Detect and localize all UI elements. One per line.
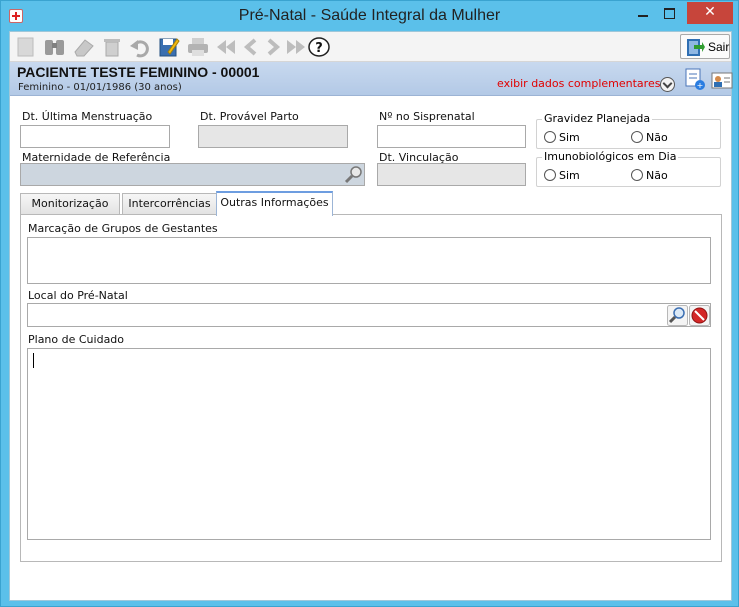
eraser-button[interactable] — [72, 36, 94, 58]
next-record-button[interactable] — [262, 36, 284, 58]
patient-info: Feminino - 01/01/1986 (30 anos) — [18, 82, 182, 93]
title-bar: Pré-Natal - Saúde Integral da Mulher ✕ — [1, 1, 738, 31]
maternity-input[interactable] — [20, 163, 365, 186]
local-label: Local do Pré-Natal — [28, 289, 128, 302]
tab-monitorizacao[interactable]: Monitorização — [20, 193, 120, 215]
patient-record-button[interactable]: + — [684, 68, 706, 95]
text-caret — [33, 353, 34, 368]
radio-circle-icon — [544, 169, 556, 181]
next-record-icon — [267, 38, 281, 56]
patient-record-icon: + — [685, 68, 705, 90]
immunobiologics-yes-label: Sim — [559, 169, 580, 182]
sisprenatal-input[interactable] — [377, 125, 526, 148]
local-clear-button[interactable] — [689, 305, 710, 326]
planned-pregnancy-title: Gravidez Planejada — [542, 112, 653, 125]
trash-icon — [104, 39, 120, 57]
save-edit-icon — [159, 38, 180, 57]
radio-circle-icon — [631, 169, 643, 181]
save-button[interactable] — [158, 36, 180, 58]
probable-birth-label: Dt. Provável Parto — [200, 110, 299, 123]
radio-circle-icon — [544, 131, 556, 143]
planned-pregnancy-group: Gravidez Planejada Sim Não — [536, 112, 721, 149]
undo-button[interactable] — [128, 36, 150, 58]
minimize-button[interactable] — [630, 2, 656, 24]
undo-icon — [130, 40, 149, 58]
new-icon — [17, 37, 34, 57]
eraser-icon — [74, 39, 94, 57]
patient-card-icon — [711, 72, 733, 89]
delete-button[interactable] — [101, 36, 123, 58]
exit-label: Sair — [708, 40, 730, 54]
last-menstruation-input[interactable] — [20, 125, 170, 148]
app-window: Pré-Natal - Saúde Integral da Mulher ✕ ?… — [0, 0, 739, 607]
patient-name: PACIENTE TESTE FEMININO - 00001 — [17, 64, 260, 80]
tab-panel-outras-informacoes: Marcação de Grupos de Gestantes Local do… — [20, 214, 722, 562]
exit-door-icon — [687, 39, 705, 56]
search-binoculars-icon — [45, 40, 64, 55]
svg-text:+: + — [697, 81, 704, 90]
help-button[interactable]: ? — [307, 36, 330, 58]
groups-label: Marcação de Grupos de Gestantes — [28, 222, 218, 235]
immunobiologics-no[interactable]: Não — [631, 169, 668, 182]
planned-pregnancy-yes[interactable]: Sim — [544, 131, 580, 144]
local-lookup-button[interactable] — [667, 305, 688, 326]
window-title: Pré-Natal - Saúde Integral da Mulher — [238, 7, 501, 24]
new-button[interactable] — [15, 36, 37, 58]
immunobiologics-yes[interactable]: Sim — [544, 169, 580, 182]
patient-card-button[interactable] — [711, 70, 733, 93]
care-plan-label: Plano de Cuidado — [28, 333, 125, 346]
tab-outras-informacoes[interactable]: Outras Informações — [216, 191, 333, 216]
clear-icon — [689, 305, 710, 326]
patient-header: PACIENTE TESTE FEMININO - 00001 Feminino… — [10, 62, 733, 96]
help-icon: ? — [308, 37, 330, 57]
maximize-button[interactable] — [656, 2, 682, 24]
maternity-lookup-button[interactable] — [343, 164, 364, 185]
probable-birth-input — [198, 125, 348, 148]
immunobiologics-title: Imunobiológicos em Dia — [542, 150, 679, 163]
print-button[interactable] — [186, 36, 208, 58]
first-record-button[interactable] — [214, 36, 236, 58]
exit-button[interactable]: Sair — [680, 34, 730, 59]
sisprenatal-label: Nº no Sisprenatal — [379, 110, 475, 123]
search-button[interactable] — [43, 36, 65, 58]
close-button[interactable]: ✕ — [687, 2, 733, 24]
extra-data-link[interactable]: exibir dados complementares... — [497, 77, 671, 90]
planned-pregnancy-no[interactable]: Não — [631, 131, 668, 144]
immunobiologics-group: Imunobiológicos em Dia Sim Não — [536, 150, 721, 187]
tab-intercorrencias[interactable]: Intercorrências — [122, 193, 217, 215]
binding-date-input — [377, 163, 526, 186]
planned-pregnancy-no-label: Não — [646, 131, 668, 144]
planned-pregnancy-yes-label: Sim — [559, 131, 580, 144]
groups-input[interactable] — [27, 237, 711, 284]
svg-text:?: ? — [315, 41, 323, 56]
local-input[interactable] — [27, 303, 711, 327]
first-record-icon — [217, 40, 235, 54]
care-plan-input[interactable] — [27, 348, 711, 540]
radio-circle-icon — [631, 131, 643, 143]
last-record-icon — [287, 40, 305, 54]
magnifier-icon — [344, 166, 362, 184]
chevron-down-icon[interactable] — [660, 77, 675, 92]
last-menstruation-label: Dt. Última Menstruação — [22, 110, 153, 123]
previous-record-icon — [243, 38, 257, 56]
client-area: ? Sair PACIENTE TESTE FEMININO - 00001 F… — [9, 31, 733, 601]
toolbar: ? Sair — [10, 32, 731, 62]
print-icon — [188, 38, 208, 56]
magnifier-icon — [667, 305, 688, 326]
immunobiologics-no-label: Não — [646, 169, 668, 182]
tab-strip: Monitorização Intercorrências Outras Inf… — [20, 191, 725, 216]
previous-record-button[interactable] — [240, 36, 262, 58]
last-record-button[interactable] — [284, 36, 306, 58]
